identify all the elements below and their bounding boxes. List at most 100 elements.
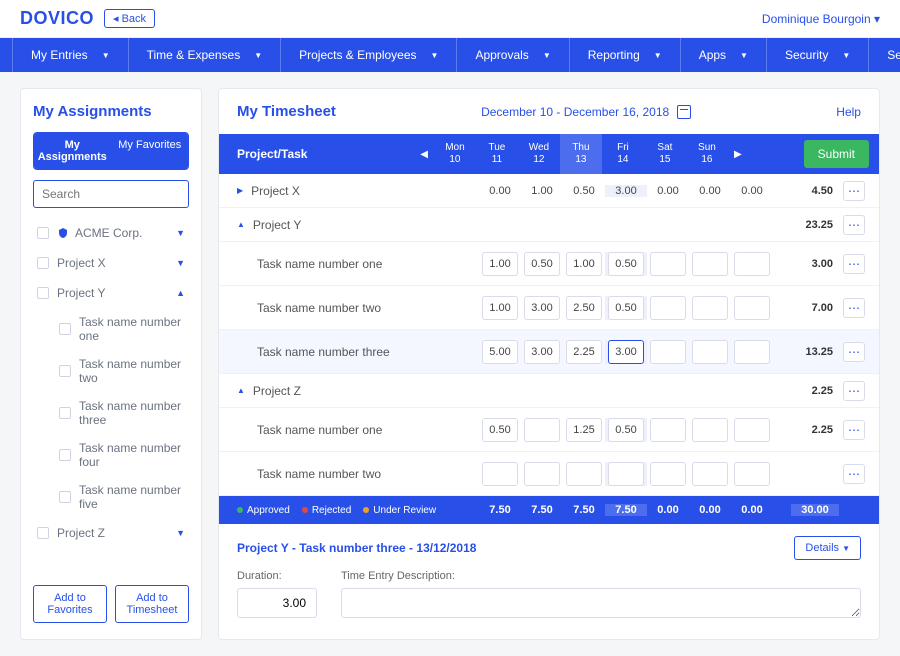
time-input[interactable] xyxy=(734,340,770,364)
expand-icon[interactable]: ▶ xyxy=(237,186,243,195)
checkbox[interactable] xyxy=(59,449,71,461)
row-actions-button[interactable]: ⋯ xyxy=(843,254,865,274)
cell-ro: 0.00 xyxy=(731,185,773,197)
next-week-button[interactable]: ▶ xyxy=(728,149,748,160)
time-input[interactable] xyxy=(524,462,560,486)
time-input[interactable] xyxy=(482,462,518,486)
time-input[interactable] xyxy=(608,252,644,276)
time-input[interactable] xyxy=(566,252,602,276)
tab-my-favorites[interactable]: My Favorites xyxy=(111,133,189,169)
time-input[interactable] xyxy=(734,252,770,276)
row-actions-button[interactable]: ⋯ xyxy=(843,298,865,318)
nav-security[interactable]: Security▼ xyxy=(767,38,869,72)
row-actions-button[interactable]: ⋯ xyxy=(843,420,865,440)
tree-label: Task name number one xyxy=(79,315,185,343)
collapse-icon[interactable]: ▲ xyxy=(176,288,185,298)
time-input[interactable] xyxy=(566,418,602,442)
time-input[interactable] xyxy=(692,252,728,276)
checkbox[interactable] xyxy=(37,227,49,239)
prev-week-button[interactable]: ◀ xyxy=(414,149,434,160)
checkbox[interactable] xyxy=(59,323,71,335)
row-name: Task name number three xyxy=(257,345,390,359)
time-input[interactable] xyxy=(650,340,686,364)
row-actions-button[interactable]: ⋯ xyxy=(843,215,865,235)
expand-icon[interactable]: ▼ xyxy=(176,228,185,238)
row-actions-button[interactable]: ⋯ xyxy=(843,464,865,484)
date-range-picker[interactable]: December 10 - December 16, 2018 xyxy=(481,105,691,119)
time-input[interactable] xyxy=(608,418,644,442)
back-button[interactable]: ◂ Back xyxy=(104,9,155,28)
time-input[interactable] xyxy=(482,418,518,442)
project-row[interactable]: ▲Project Z 2.25 ⋯ xyxy=(219,374,879,408)
nav-reporting[interactable]: Reporting▼ xyxy=(570,38,681,72)
time-input[interactable] xyxy=(650,418,686,442)
checkbox[interactable] xyxy=(59,407,71,419)
project-row[interactable]: ▲Project Y 23.25 ⋯ xyxy=(219,208,879,242)
time-input[interactable] xyxy=(608,296,644,320)
time-input[interactable] xyxy=(524,340,560,364)
expand-icon[interactable]: ▼ xyxy=(176,258,185,268)
collapse-icon[interactable]: ▲ xyxy=(237,386,245,395)
description-input[interactable] xyxy=(341,588,861,618)
tree-project-y[interactable]: Project Y ▲ xyxy=(33,278,189,308)
tree-task[interactable]: Task name number four xyxy=(55,434,189,476)
tree-task[interactable]: Task name number two xyxy=(55,350,189,392)
time-input[interactable] xyxy=(524,296,560,320)
details-button[interactable]: Details ▼ xyxy=(794,536,861,560)
checkbox[interactable] xyxy=(37,287,49,299)
time-input[interactable] xyxy=(734,296,770,320)
nav-apps[interactable]: Apps▼ xyxy=(681,38,767,72)
time-input[interactable] xyxy=(566,296,602,320)
time-input[interactable] xyxy=(734,418,770,442)
time-input[interactable] xyxy=(692,296,728,320)
nav-approvals[interactable]: Approvals▼ xyxy=(457,38,569,72)
tree-acme[interactable]: ACME Corp. ▼ xyxy=(33,218,189,248)
time-input[interactable] xyxy=(692,340,728,364)
submit-button[interactable]: Submit xyxy=(804,140,869,168)
tree-project-x[interactable]: Project X ▼ xyxy=(33,248,189,278)
tree-project-z[interactable]: Project Z ▼ xyxy=(33,518,189,548)
nav-my-entries[interactable]: My Entries▼ xyxy=(12,38,129,72)
row-actions-button[interactable]: ⋯ xyxy=(843,181,865,201)
checkbox[interactable] xyxy=(37,257,49,269)
search-input[interactable] xyxy=(33,180,189,208)
tab-my-assignments[interactable]: My Assignments xyxy=(34,133,111,169)
time-input[interactable] xyxy=(692,462,728,486)
time-input[interactable] xyxy=(650,296,686,320)
time-input[interactable] xyxy=(608,462,644,486)
duration-label: Duration: xyxy=(237,570,317,582)
checkbox[interactable] xyxy=(59,365,71,377)
nav-projects-employees[interactable]: Projects & Employees▼ xyxy=(281,38,457,72)
time-input[interactable] xyxy=(566,462,602,486)
time-input[interactable] xyxy=(650,252,686,276)
tree-task[interactable]: Task name number one xyxy=(55,308,189,350)
time-input[interactable] xyxy=(734,462,770,486)
duration-input[interactable] xyxy=(237,588,317,618)
time-input[interactable] xyxy=(482,252,518,276)
collapse-icon[interactable]: ▲ xyxy=(237,220,245,229)
time-input-selected[interactable] xyxy=(608,340,644,364)
expand-icon[interactable]: ▼ xyxy=(176,528,185,538)
time-input[interactable] xyxy=(524,252,560,276)
tree-task[interactable]: Task name number five xyxy=(55,476,189,518)
time-input[interactable] xyxy=(482,340,518,364)
project-row[interactable]: ▶Project X 0.00 1.00 0.50 3.00 0.00 0.00… xyxy=(219,174,879,208)
user-menu[interactable]: Dominique Bourgoin ▾ xyxy=(762,12,880,26)
row-total: 2.25 xyxy=(791,385,839,397)
add-to-timesheet-button[interactable]: Add to Timesheet xyxy=(115,585,189,623)
nav-setup[interactable]: Setup▼ xyxy=(869,38,900,72)
time-input[interactable] xyxy=(566,340,602,364)
add-to-favorites-button[interactable]: Add to Favorites xyxy=(33,585,107,623)
row-actions-button[interactable]: ⋯ xyxy=(843,342,865,362)
checkbox[interactable] xyxy=(59,491,71,503)
help-link[interactable]: Help xyxy=(836,105,861,119)
time-input[interactable] xyxy=(482,296,518,320)
nav-time-expenses[interactable]: Time & Expenses▼ xyxy=(129,38,282,72)
tree-task[interactable]: Task name number three xyxy=(55,392,189,434)
time-input[interactable] xyxy=(692,418,728,442)
time-input[interactable] xyxy=(524,418,560,442)
row-actions-button[interactable]: ⋯ xyxy=(843,381,865,401)
checkbox[interactable] xyxy=(37,527,49,539)
time-input[interactable] xyxy=(650,462,686,486)
header-day: Wed12 xyxy=(518,142,560,166)
